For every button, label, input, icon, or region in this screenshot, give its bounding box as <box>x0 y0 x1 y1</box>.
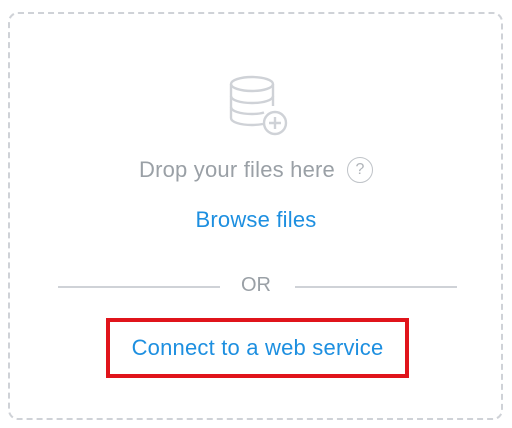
drop-row: Drop your files here ? <box>0 152 512 188</box>
browse-files-link[interactable]: Browse files <box>0 207 512 233</box>
or-separator: OR <box>0 272 512 300</box>
drop-instruction-text: Drop your files here <box>139 157 335 182</box>
connect-highlight-box: Connect to a web service <box>106 318 409 378</box>
separator-line-right <box>295 286 457 288</box>
question-mark-icon[interactable]: ? <box>346 157 373 183</box>
database-add-icon <box>229 75 288 136</box>
connect-web-service-link[interactable]: Connect to a web service <box>132 335 384 361</box>
help-glyph: ? <box>355 161 365 178</box>
